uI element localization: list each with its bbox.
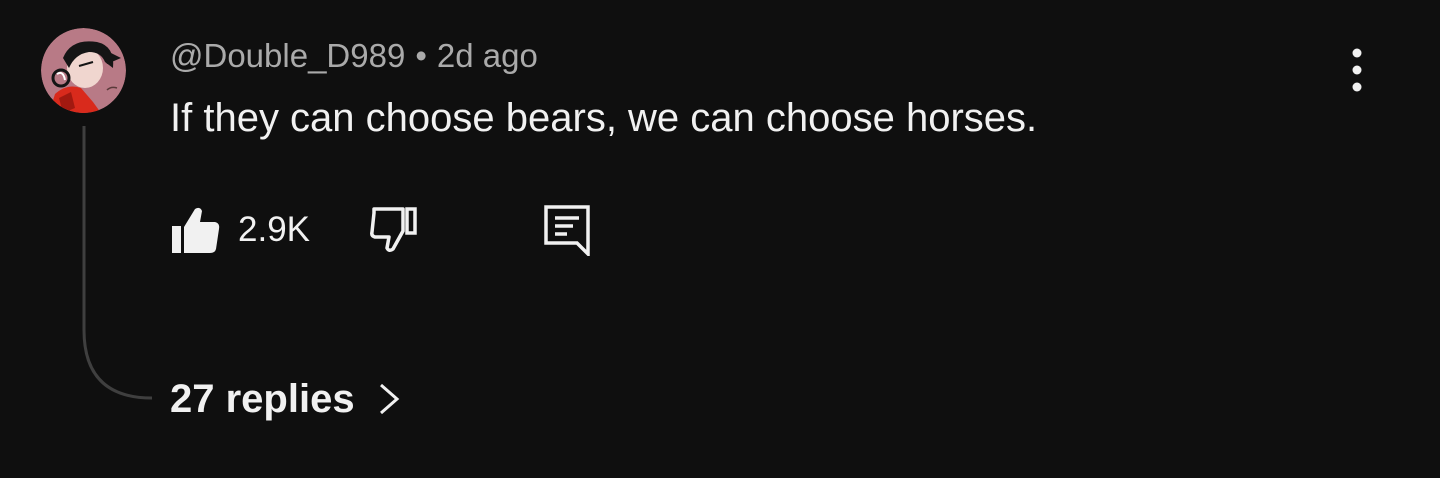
header-separator: • xyxy=(415,37,427,74)
reply-button[interactable] xyxy=(543,204,591,259)
view-replies-button[interactable]: 27 replies xyxy=(170,374,401,424)
dislike-button[interactable] xyxy=(368,205,420,255)
avatar[interactable] xyxy=(41,28,126,113)
more-vert-icon xyxy=(1352,48,1362,92)
more-options-button[interactable] xyxy=(1332,44,1382,98)
comment-reply-icon xyxy=(544,205,590,259)
thumbs-down-icon xyxy=(370,207,417,253)
like-count: 2.9K xyxy=(238,210,310,249)
comment-timestamp[interactable]: 2d ago xyxy=(437,37,538,75)
comment-header: @Double_D989 • 2d ago xyxy=(170,34,538,78)
author-handle[interactable]: @Double_D989 xyxy=(170,37,405,75)
like-button[interactable] xyxy=(170,205,220,255)
replies-count-label: 27 replies xyxy=(170,376,355,421)
chevron-right-icon xyxy=(379,383,399,415)
comment-text: If they can choose bears, we can choose … xyxy=(170,96,1038,140)
thumbs-up-icon xyxy=(172,207,220,253)
